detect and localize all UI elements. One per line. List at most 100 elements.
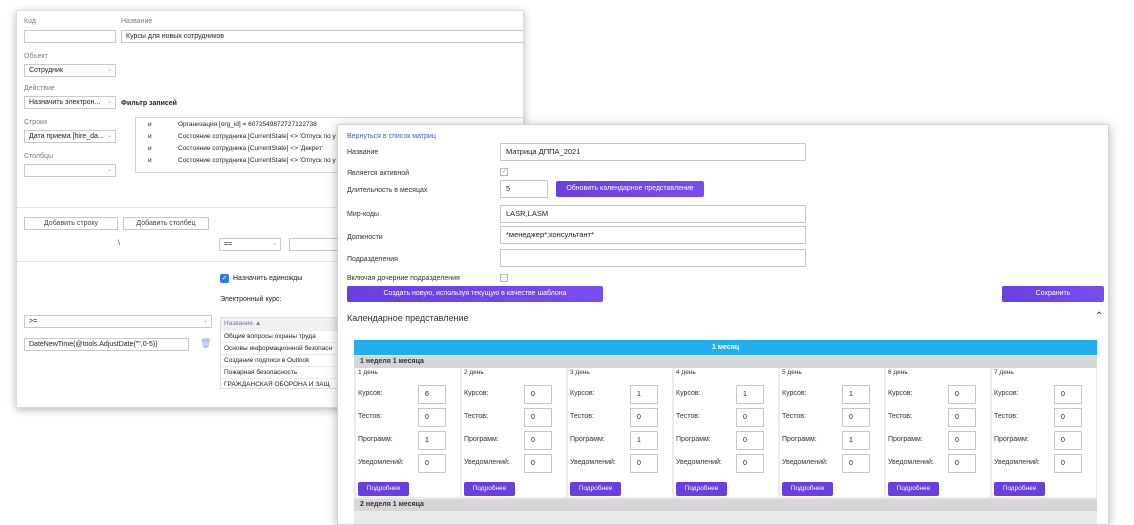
- details-button[interactable]: Подробнее: [994, 482, 1045, 496]
- operator-select-value: ==: [224, 241, 233, 248]
- tests-count-input[interactable]: 0: [1054, 408, 1082, 427]
- backslash-text: \: [118, 240, 120, 247]
- programs-count-input[interactable]: 1: [418, 431, 446, 450]
- include-children-label: Включая дочерние подразделения: [347, 275, 460, 282]
- tests-count-input[interactable]: 0: [948, 408, 976, 427]
- filter-cond: Состояние сотрудника [CurrentState] <> '…: [178, 133, 336, 140]
- chevron-down-icon: ⌄: [106, 67, 112, 73]
- courses-count-input[interactable]: 1: [630, 385, 658, 404]
- notifications-count-input[interactable]: 0: [842, 454, 870, 473]
- comparison-select[interactable]: >= ⌄: [24, 315, 212, 328]
- notifications-count-input[interactable]: 0: [948, 454, 976, 473]
- tests-count-input[interactable]: 0: [418, 408, 446, 427]
- details-button[interactable]: Подробнее: [358, 482, 409, 496]
- tests-count-input[interactable]: 0: [736, 408, 764, 427]
- programs-count-input[interactable]: 0: [524, 431, 552, 450]
- filter-op: и: [148, 157, 152, 164]
- details-button[interactable]: Подробнее: [888, 482, 939, 496]
- tests-count-input[interactable]: 0: [524, 408, 552, 427]
- tests-count-input[interactable]: 0: [842, 408, 870, 427]
- courses-count-input[interactable]: 0: [524, 385, 552, 404]
- courses-count-input[interactable]: 6: [418, 385, 446, 404]
- notifications-count-input[interactable]: 0: [736, 454, 764, 473]
- object-select[interactable]: Сотрудник ⌄: [24, 64, 116, 77]
- details-button[interactable]: Подробнее: [570, 482, 621, 496]
- columns-select[interactable]: ⌄: [24, 164, 116, 177]
- list-item[interactable]: ГРАЖДАНСКАЯ ОБОРОНА И ЗАЩ: [221, 378, 339, 388]
- list-item[interactable]: Пожарная безопасность: [221, 366, 339, 378]
- details-button[interactable]: Подробнее: [464, 482, 515, 496]
- courses-count-input[interactable]: 1: [736, 385, 764, 404]
- create-from-template-button[interactable]: Создать новую, используя текущую в качес…: [347, 286, 603, 302]
- filter-op: и: [148, 133, 152, 140]
- course-list: Название ▲ Общие вопросы охраны труда Ос…: [220, 317, 340, 389]
- programs-count-input[interactable]: 1: [842, 431, 870, 450]
- notifications-count-input[interactable]: 0: [630, 454, 658, 473]
- courses-count-input[interactable]: 1: [842, 385, 870, 404]
- include-children-checkbox[interactable]: [500, 274, 508, 282]
- back-to-list-link[interactable]: Вернуться в список матриц: [347, 133, 436, 140]
- trash-icon[interactable]: 🗑: [200, 338, 211, 349]
- programs-label: Программ:: [782, 436, 817, 443]
- notifications-count-input[interactable]: 0: [418, 454, 446, 473]
- positions-input[interactable]: *менеджер*;консультант*: [500, 226, 806, 244]
- assign-once-checkbox[interactable]: ✓: [220, 274, 229, 283]
- save-button[interactable]: Сохранить: [1002, 286, 1104, 302]
- list-item[interactable]: Общие вопросы охраны труда: [221, 330, 339, 342]
- programs-count-input[interactable]: 0: [948, 431, 976, 450]
- tests-count-input[interactable]: 0: [630, 408, 658, 427]
- add-column-button[interactable]: Добавить столбец: [123, 217, 209, 230]
- notifications-label: Уведомлений:: [464, 459, 510, 466]
- list-item[interactable]: Основы информационной безопасн: [221, 342, 339, 354]
- duration-input[interactable]: 5: [500, 180, 548, 198]
- day-column: 4 день Курсов: 1 Тестов: 0 Программ: 0 Уведомле…: [674, 368, 778, 497]
- week-header: 2 неделя 1 месяца: [354, 499, 1097, 511]
- action-select-value: Назначить электрон...: [29, 99, 101, 106]
- action-select[interactable]: Назначить электрон... ⌄: [24, 96, 116, 109]
- details-button[interactable]: Подробнее: [782, 482, 833, 496]
- details-button[interactable]: Подробнее: [676, 482, 727, 496]
- chevron-up-icon[interactable]: ⌃: [1095, 311, 1103, 322]
- day-column: 6 день Курсов: 0 Тестов: 0 Программ: 0 Уведомле…: [886, 368, 990, 497]
- programs-count-input[interactable]: 0: [736, 431, 764, 450]
- courses-label: Курсов:: [676, 390, 701, 397]
- duration-label: Длительность в месяцах: [347, 187, 428, 194]
- divisions-input[interactable]: [500, 249, 806, 267]
- chevron-down-icon: ⌄: [106, 167, 112, 173]
- formula-input[interactable]: DateNewTime(@tools.AdjustDate("",0-5)): [24, 338, 189, 351]
- object-select-value: Сотрудник: [29, 67, 64, 74]
- course-list-header[interactable]: Название ▲: [221, 318, 339, 330]
- update-calendar-button[interactable]: Обновить календарное представление: [556, 181, 704, 197]
- tests-label: Тестов:: [464, 413, 488, 420]
- tests-label: Тестов:: [994, 413, 1018, 420]
- filter-label: Фильтр записей: [121, 100, 177, 107]
- notifications-count-input[interactable]: 0: [524, 454, 552, 473]
- programs-count-input[interactable]: 0: [1054, 431, 1082, 450]
- notifications-count-input[interactable]: 0: [1054, 454, 1082, 473]
- rows-select[interactable]: Дата приема [hire_da... ⌄: [24, 130, 116, 143]
- active-checkbox[interactable]: ✓: [500, 168, 508, 176]
- active-label: Является активной: [347, 170, 410, 177]
- chevron-down-icon: ⌄: [106, 133, 112, 139]
- matrix-name-label: Название: [347, 149, 379, 156]
- code-input[interactable]: [24, 30, 116, 43]
- courses-count-input[interactable]: 0: [948, 385, 976, 404]
- mir-codes-label: Мир-коды: [347, 211, 379, 218]
- tests-label: Тестов:: [570, 413, 594, 420]
- object-label: Объект: [24, 53, 48, 60]
- matrix-name-input[interactable]: Матрица ДППА_2021: [500, 143, 806, 161]
- name-input[interactable]: Курсы для новых сотрудников: [121, 30, 523, 43]
- chevron-down-icon: ⌄: [106, 99, 112, 105]
- courses-count-input[interactable]: 0: [1054, 385, 1082, 404]
- programs-count-input[interactable]: 1: [630, 431, 658, 450]
- positions-label: Должности: [347, 234, 383, 241]
- mir-codes-input[interactable]: LASR,LASM: [500, 205, 806, 223]
- operator-select[interactable]: == ⌄: [219, 238, 281, 251]
- filter-op: и: [148, 145, 152, 152]
- tests-label: Тестов:: [358, 413, 382, 420]
- list-item[interactable]: Создание подписи в Outlook: [221, 354, 339, 366]
- add-row-button[interactable]: Добавить строку: [24, 217, 118, 230]
- rows-label: Строки: [24, 119, 48, 126]
- programs-label: Программ:: [676, 436, 711, 443]
- day-name: 5 день: [782, 369, 802, 376]
